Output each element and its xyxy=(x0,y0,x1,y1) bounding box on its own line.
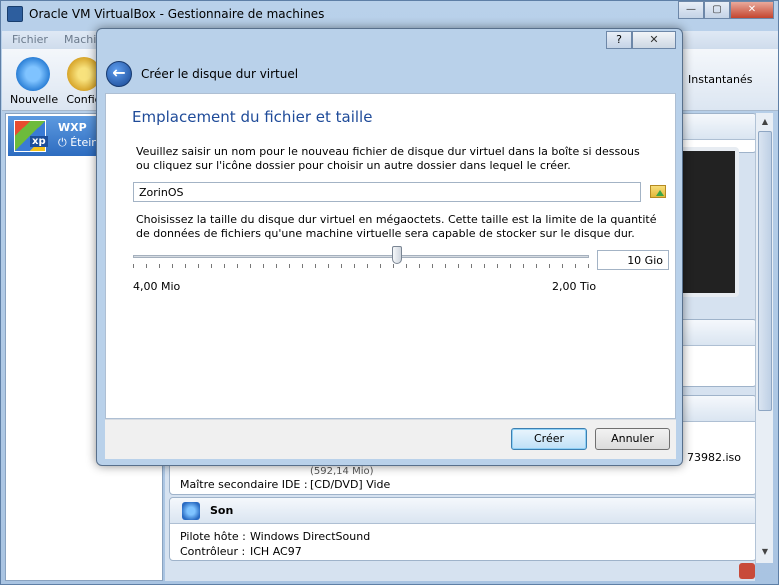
slider-tick xyxy=(406,264,407,268)
cancel-button[interactable]: Annuler xyxy=(595,428,670,450)
dialog-heading: Emplacement du fichier et taille xyxy=(132,108,373,126)
slider-tick xyxy=(211,264,212,268)
slider-max-label: 2,00 Tio xyxy=(552,280,597,293)
slider-tick xyxy=(250,264,251,268)
dialog-footer: Créer Annuler xyxy=(105,419,676,459)
storage-iso-text: 73982.iso xyxy=(687,451,742,464)
main-window-controls: — ▢ ✕ xyxy=(678,1,774,19)
slider-tick xyxy=(146,264,147,268)
slider-tick xyxy=(380,264,381,268)
maximize-button[interactable]: ▢ xyxy=(704,1,730,19)
slider-tick xyxy=(523,264,524,268)
speaker-icon xyxy=(182,502,200,520)
folder-arrow-icon xyxy=(656,190,664,196)
menu-fichier[interactable]: Fichier xyxy=(12,33,48,46)
slider-tick xyxy=(224,264,225,268)
ide-key: Maître secondaire IDE : xyxy=(180,478,308,491)
choose-folder-button[interactable] xyxy=(647,182,669,202)
sound-controller-row: Contrôleur : ICH AC97 xyxy=(170,544,756,559)
details-scrollbar[interactable]: ▲ ▼ xyxy=(755,113,773,563)
scroll-up-icon[interactable]: ▲ xyxy=(758,115,772,129)
slider-tick xyxy=(367,264,368,268)
size-slider[interactable] xyxy=(133,244,589,268)
sound-controller-key: Contrôleur : xyxy=(180,545,246,558)
slider-tick xyxy=(393,264,394,268)
slider-tick xyxy=(302,264,303,268)
sound-driver-key: Pilote hôte : xyxy=(180,530,246,543)
slider-tick xyxy=(510,264,511,268)
slider-tick xyxy=(458,264,459,268)
create-disk-dialog: ? ✕ ← Créer le disque dur virtuel Emplac… xyxy=(96,28,683,466)
snapshots-tab[interactable]: Instantanés xyxy=(688,73,753,86)
slider-tick xyxy=(198,264,199,268)
slider-tick xyxy=(354,264,355,268)
dialog-controls: ? ✕ xyxy=(606,31,676,49)
slider-tick xyxy=(276,264,277,268)
slider-tick xyxy=(575,264,576,268)
sound-panel-header[interactable]: Son xyxy=(170,498,756,524)
dialog-close-button[interactable]: ✕ xyxy=(632,31,676,49)
slider-tick xyxy=(432,264,433,268)
slider-track xyxy=(133,255,589,258)
new-vm-button[interactable]: Nouvelle xyxy=(10,57,59,106)
slider-tick xyxy=(328,264,329,268)
close-button[interactable]: ✕ xyxy=(730,1,774,19)
slider-tick xyxy=(471,264,472,268)
location-description: Veuillez saisir un nom pour le nouveau f… xyxy=(136,145,640,172)
slider-tick xyxy=(536,264,537,268)
dialog-content: Emplacement du fichier et taille Veuille… xyxy=(105,93,676,419)
sound-panel: Son Pilote hôte : Windows DirectSound Co… xyxy=(169,497,757,561)
main-window-title: Oracle VM VirtualBox - Gestionnaire de m… xyxy=(29,7,325,21)
help-button[interactable]: ? xyxy=(606,31,632,49)
slider-tick xyxy=(484,264,485,268)
status-tray-icon xyxy=(739,563,755,579)
virtualbox-app-icon xyxy=(7,6,23,22)
slider-tick xyxy=(172,264,173,268)
slider-tick xyxy=(133,264,134,268)
sound-driver-row: Pilote hôte : Windows DirectSound xyxy=(170,529,756,544)
back-arrow-icon[interactable]: ← xyxy=(106,61,132,87)
ide-value: [CD/DVD] Vide xyxy=(310,478,391,491)
storage-size-text: (592,14 Mio) xyxy=(310,466,374,477)
size-field[interactable]: 10 Gio xyxy=(597,250,669,270)
slider-thumb[interactable] xyxy=(392,246,402,264)
dialog-title: Créer le disque dur virtuel xyxy=(141,67,299,81)
os-badge: xp xyxy=(30,136,48,147)
slider-tick xyxy=(263,264,264,268)
sound-driver-value: Windows DirectSound xyxy=(250,530,371,543)
slider-min-label: 4,00 Mio xyxy=(133,280,181,293)
new-star-icon xyxy=(16,57,50,91)
slider-tick xyxy=(289,264,290,268)
vm-preview xyxy=(679,147,739,297)
slider-tick xyxy=(562,264,563,268)
storage-ide-row: Maître secondaire IDE : [CD/DVD] Vide xyxy=(180,478,390,491)
slider-tick xyxy=(445,264,446,268)
scroll-down-icon[interactable]: ▼ xyxy=(758,545,772,559)
slider-tick xyxy=(419,264,420,268)
size-description: Choisissez la taille du disque dur virtu… xyxy=(136,213,657,240)
minimize-button[interactable]: — xyxy=(678,1,704,19)
filename-input[interactable] xyxy=(133,182,641,202)
slider-tick xyxy=(237,264,238,268)
create-button[interactable]: Créer xyxy=(511,428,587,450)
new-vm-label: Nouvelle xyxy=(10,93,59,106)
slider-tick xyxy=(315,264,316,268)
slider-tick xyxy=(588,264,589,268)
slider-tick xyxy=(549,264,550,268)
slider-tick xyxy=(497,264,498,268)
scrollbar-thumb[interactable] xyxy=(758,131,772,411)
slider-tick xyxy=(185,264,186,268)
sound-controller-value: ICH AC97 xyxy=(250,545,302,558)
slider-tick xyxy=(341,264,342,268)
slider-tick xyxy=(159,264,160,268)
vm-name: WXP xyxy=(58,121,87,134)
sound-title: Son xyxy=(210,504,234,517)
